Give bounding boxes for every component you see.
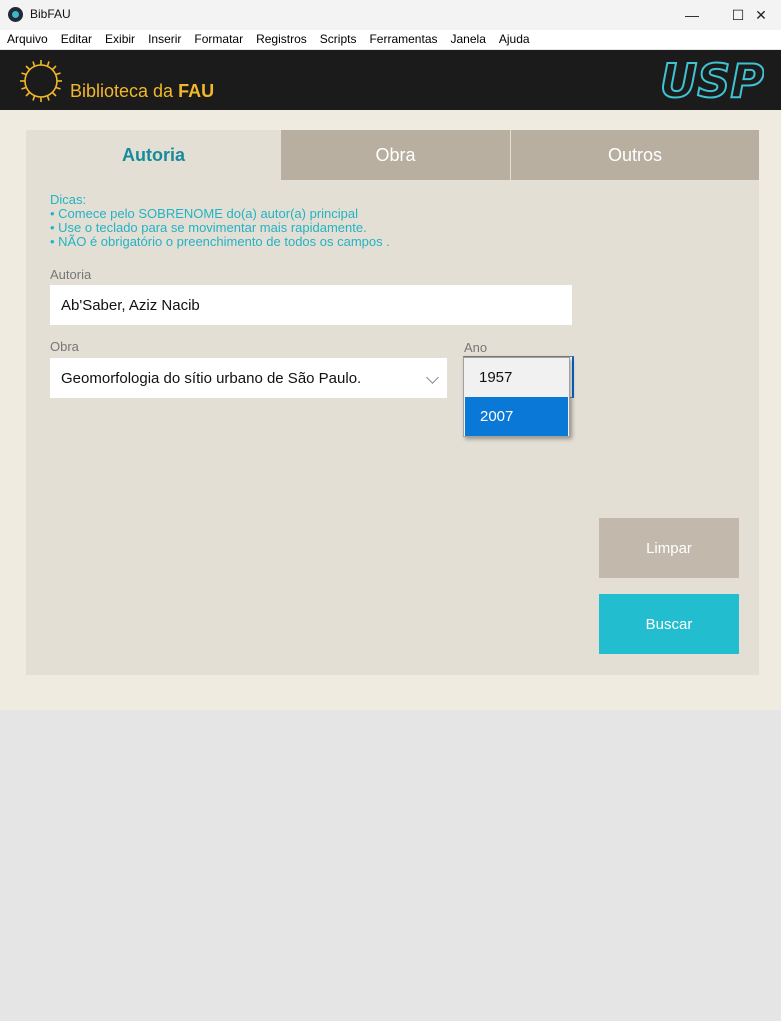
- search-button[interactable]: Buscar: [599, 594, 739, 654]
- autoria-label: Autoria: [50, 267, 92, 282]
- menu-arquivo[interactable]: Arquivo: [0, 30, 54, 49]
- window-titlebar: BibFAU — ✕ ☐: [0, 0, 781, 30]
- menu-inserir[interactable]: Inserir: [141, 30, 187, 49]
- menu-scripts[interactable]: Scripts: [313, 30, 363, 49]
- tab-obra[interactable]: Obra: [281, 130, 510, 180]
- hint-line: • Comece pelo SOBRENOME do(a) autor(a) p…: [50, 206, 359, 221]
- obra-select[interactable]: Geomorfologia do sítio urbano de São Pau…: [50, 358, 447, 398]
- usp-logo-text: USP: [660, 57, 764, 103]
- hint-line: • NÃO é obrigatório o preenchimento de t…: [50, 234, 390, 249]
- menu-exibir[interactable]: Exibir: [98, 30, 141, 49]
- header-title-prefix: Biblioteca da: [70, 81, 179, 101]
- tab-autoria[interactable]: Autoria: [26, 130, 281, 180]
- autoria-value: Ab'Saber, Aziz Nacib: [61, 296, 200, 314]
- usp-logo: USP: [660, 57, 764, 103]
- ano-label: Ano: [464, 340, 488, 355]
- hints-block: Dicas: • Comece pelo SOBRENOME do(a) aut…: [50, 193, 390, 249]
- ano-dropdown-list: 1957 2007: [463, 357, 570, 437]
- app-icon: [8, 7, 23, 22]
- header-title: Biblioteca da FAU: [70, 81, 214, 102]
- ano-option-selected[interactable]: 2007: [465, 397, 568, 436]
- menu-janela[interactable]: Janela: [444, 30, 492, 49]
- menu-ajuda[interactable]: Ajuda: [492, 30, 536, 49]
- menu-formatar[interactable]: Formatar: [187, 30, 249, 49]
- minimize-icon[interactable]: —: [669, 0, 715, 30]
- header-title-bold: FAU: [178, 81, 215, 101]
- autoria-input[interactable]: Ab'Saber, Aziz Nacib: [50, 285, 572, 325]
- sun-icon: [20, 60, 62, 102]
- obra-label: Obra: [50, 339, 79, 354]
- menu-editar[interactable]: Editar: [54, 30, 98, 49]
- tab-outros[interactable]: Outros: [511, 130, 759, 180]
- chevron-down-icon: [426, 371, 439, 384]
- clear-button[interactable]: Limpar: [599, 518, 739, 578]
- ano-option[interactable]: 1957: [464, 358, 569, 397]
- menu-ferramentas[interactable]: Ferramentas: [362, 30, 443, 49]
- obra-value: Geomorfologia do sítio urbano de São Pau…: [61, 369, 362, 387]
- window-title: BibFAU: [30, 7, 71, 21]
- maximize-icon[interactable]: ☐: [715, 0, 761, 30]
- menu-bar: Arquivo Editar Exibir Inserir Formatar R…: [0, 30, 781, 49]
- hint-line: • Use o teclado para se movimentar mais …: [50, 220, 367, 235]
- hints-title: Dicas:: [50, 192, 87, 207]
- menu-registros[interactable]: Registros: [249, 30, 313, 49]
